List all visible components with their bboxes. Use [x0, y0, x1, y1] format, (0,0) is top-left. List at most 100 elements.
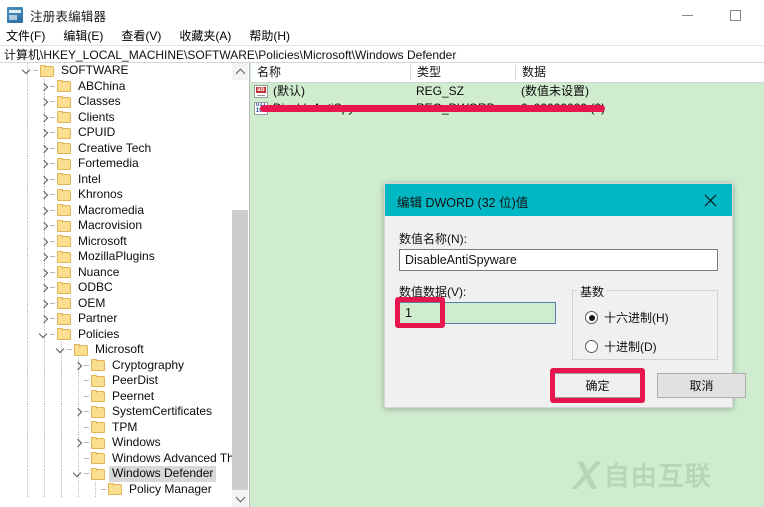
tree-item-mozillaplugins[interactable]: MozillaPlugins: [0, 249, 233, 265]
tree-connector: [50, 280, 57, 296]
chevron-down-icon[interactable]: [56, 342, 67, 358]
registry-editor-icon: [7, 7, 23, 23]
registry-tree-pane[interactable]: SOFTWARE ABChina Classes Clients CPUID Creati…: [0, 63, 250, 507]
tree-item-macrovision[interactable]: Macrovision: [0, 218, 233, 234]
value-name-input[interactable]: [399, 249, 718, 271]
menu-favorites[interactable]: 收藏夹(A): [170, 27, 240, 44]
radio-decimal[interactable]: 十进制(D): [585, 338, 657, 355]
tree-connector: [50, 249, 57, 265]
chevron-right-icon[interactable]: [39, 296, 50, 312]
chevron-right-icon[interactable]: [39, 234, 50, 250]
chevron-down-icon[interactable]: [73, 466, 84, 482]
chevron-right-icon[interactable]: [39, 203, 50, 219]
chevron-right-icon[interactable]: [39, 110, 50, 126]
tree-item-macromedia[interactable]: Macromedia: [0, 202, 233, 219]
menu-file[interactable]: 文件(F): [0, 27, 54, 44]
chevron-right-icon[interactable]: [39, 280, 50, 296]
column-header-name[interactable]: 名称: [251, 63, 410, 82]
folder-icon: [57, 328, 71, 341]
tree-item-policy-manager[interactable]: Policy Manager: [0, 481, 233, 498]
chevron-right-icon[interactable]: [73, 404, 84, 420]
tree-item-nuance[interactable]: Nuance: [0, 264, 233, 281]
tree-item-clients[interactable]: Clients: [0, 109, 233, 126]
folder-icon: [91, 436, 105, 449]
scroll-down-button[interactable]: [232, 490, 248, 507]
tree-item-peernet[interactable]: Peernet: [0, 388, 233, 405]
chevron-right-icon[interactable]: [39, 265, 50, 281]
tree-item-microsoft[interactable]: Microsoft: [0, 233, 233, 250]
tree-connector: [50, 172, 57, 188]
column-header-type[interactable]: 类型: [411, 63, 515, 82]
chevron-right-icon[interactable]: [39, 156, 50, 172]
chevron-right-icon[interactable]: [73, 358, 84, 374]
registry-tree: SOFTWARE ABChina Classes Clients CPUID Creati…: [0, 63, 234, 498]
column-header-data[interactable]: 数据: [516, 63, 764, 82]
cancel-button[interactable]: 取消: [657, 373, 746, 398]
chevron-right-icon[interactable]: [39, 125, 50, 141]
tree-item-abchina[interactable]: ABChina: [0, 78, 233, 95]
menu-help[interactable]: 帮助(H): [240, 27, 299, 44]
tree-item-peerdist[interactable]: PeerDist: [0, 373, 233, 389]
tree-item-fortemedia[interactable]: Fortemedia: [0, 156, 233, 172]
menu-view[interactable]: 查看(V): [112, 27, 170, 44]
tree-item-partner[interactable]: Partner: [0, 311, 233, 327]
chevron-right-icon[interactable]: [39, 187, 50, 203]
ok-button[interactable]: 确定: [553, 373, 642, 398]
chevron-right-icon[interactable]: [39, 79, 50, 95]
tree-item-odbc[interactable]: ODBC: [0, 280, 233, 296]
radio-hexadecimal[interactable]: 十六进制(H): [585, 309, 669, 326]
chevron-right-icon[interactable]: [39, 249, 50, 265]
chevron-right-icon[interactable]: [73, 435, 84, 451]
tree-connector: [50, 234, 57, 250]
folder-icon: [57, 235, 71, 248]
tree-connector: [84, 404, 91, 420]
scroll-thumb[interactable]: [232, 80, 248, 210]
tree-item-software[interactable]: SOFTWARE: [0, 63, 233, 79]
tree-item-intel[interactable]: Intel: [0, 171, 233, 188]
tree-item-microsoft[interactable]: Microsoft: [0, 342, 233, 358]
dialog-close-button[interactable]: [688, 184, 732, 216]
chevron-right-icon[interactable]: [39, 172, 50, 188]
tree-connector: [50, 94, 57, 110]
value-type-cell: REG_SZ: [416, 84, 465, 98]
chevron-right-icon[interactable]: [39, 94, 50, 110]
tree-item-tpm[interactable]: TPM: [0, 419, 233, 435]
menu-edit[interactable]: 编辑(E): [54, 27, 112, 44]
scroll-up-button[interactable]: [232, 63, 248, 80]
chevron-down-icon[interactable]: [22, 63, 33, 79]
tree-item-cpuid[interactable]: CPUID: [0, 125, 233, 141]
close-icon: [704, 194, 716, 206]
folder-icon: [57, 188, 71, 201]
dialog-body: 数值名称(N): 数值数据(V): 基数 十六进制(H) 十进制(D) 确定 取…: [385, 216, 746, 407]
tree-vertical-scrollbar[interactable]: [232, 63, 248, 507]
radio-hexadecimal-label: 十六进制(H): [604, 311, 669, 325]
address-bar[interactable]: 计算机\HKEY_LOCAL_MACHINE\SOFTWARE\Policies…: [0, 45, 764, 63]
table-row[interactable]: ab (默认) REG_SZ (数值未设置): [251, 83, 764, 100]
tree-item-label: PeerDist: [112, 373, 159, 387]
tree-item-oem[interactable]: OEM: [0, 295, 233, 312]
chevron-down-icon[interactable]: [39, 327, 50, 343]
tree-item-classes[interactable]: Classes: [0, 94, 233, 110]
radio-decimal-label: 十进制(D): [604, 340, 657, 354]
tree-item-windows[interactable]: Windows: [0, 435, 233, 451]
tree-item-cryptography[interactable]: Cryptography: [0, 357, 233, 374]
tree-connector: [50, 265, 57, 281]
scroll-track[interactable]: [232, 210, 248, 490]
value-data-input[interactable]: [399, 302, 556, 324]
tree-item-khronos[interactable]: Khronos: [0, 187, 233, 203]
chevron-right-icon[interactable]: [39, 218, 50, 234]
tree-item-windows-advanced-th[interactable]: Windows Advanced Th: [0, 450, 234, 466]
tree-item-windows-defender[interactable]: Windows Defender: [0, 466, 233, 482]
chevron-right-icon[interactable]: [39, 311, 50, 327]
tree-item-systemcertificates[interactable]: SystemCertificates: [0, 404, 233, 420]
chevron-right-icon[interactable]: [39, 141, 50, 157]
tree-item-policies[interactable]: Policies: [0, 326, 233, 343]
folder-icon: [40, 64, 54, 77]
tree-connector: [101, 482, 108, 498]
tree-item-creative-tech[interactable]: Creative Tech: [0, 140, 233, 157]
